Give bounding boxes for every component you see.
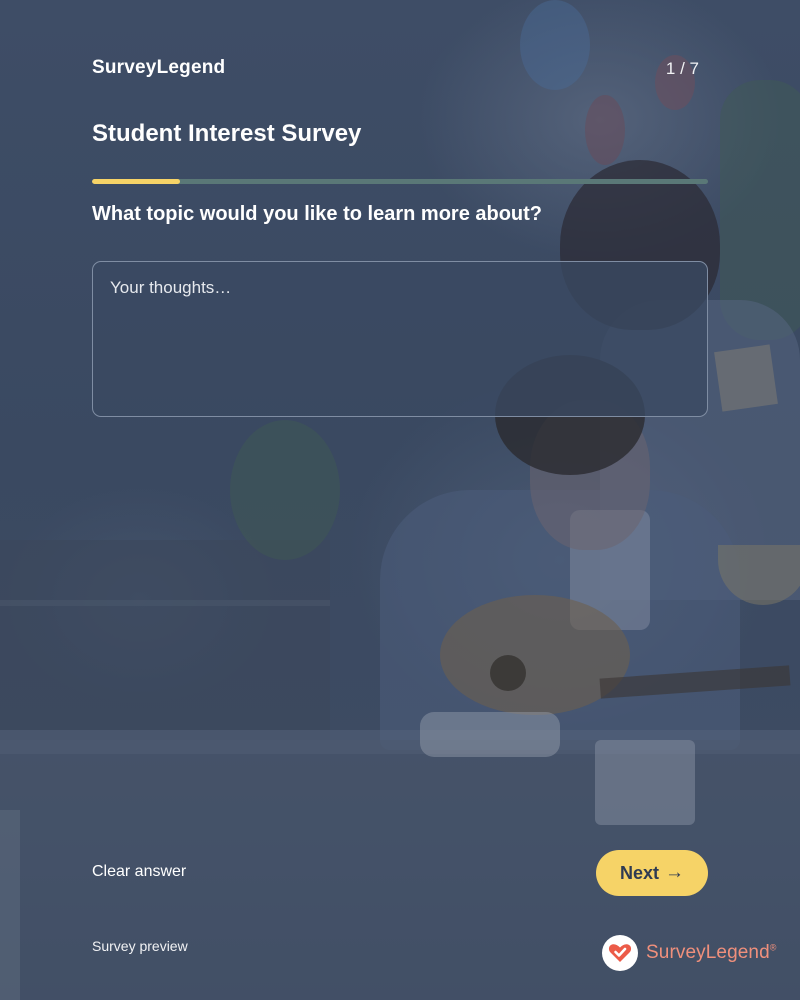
next-button[interactable]: Next → — [596, 850, 708, 896]
progress-bar-fill — [92, 179, 181, 184]
surveylegend-logo-link[interactable]: SurveyLegend® — [602, 935, 776, 971]
question-text: What topic would you like to learn more … — [92, 203, 543, 225]
arrow-right-icon: → — [665, 862, 684, 883]
registered-mark: ® — [769, 942, 777, 953]
logo-wordmark: SurveyLegend® — [646, 942, 776, 964]
house-model — [714, 344, 778, 412]
survey-title: Student Interest Survey — [92, 120, 362, 147]
heart-check-icon — [602, 935, 638, 971]
clear-answer-button[interactable]: Clear answer — [92, 863, 186, 881]
wall-art-blue — [520, 0, 590, 90]
brand-name: SurveyLegend — [92, 57, 226, 78]
plant-left — [230, 420, 340, 560]
page-counter: 1 / 7 — [665, 59, 699, 78]
logo-wordmark-text: SurveyLegend — [646, 942, 770, 963]
wall-art-red-lower — [585, 95, 625, 165]
next-button-label: Next — [619, 862, 659, 883]
guitar-sound-hole — [490, 655, 526, 691]
pencil-cup — [595, 740, 695, 825]
table-leg — [0, 810, 20, 1000]
answer-textarea[interactable] — [92, 261, 708, 417]
cloth — [420, 712, 560, 757]
shelf-line — [0, 600, 330, 606]
background-shelf — [0, 540, 330, 740]
survey-preview-note: Survey preview — [92, 938, 188, 954]
progress-bar — [92, 179, 708, 184]
